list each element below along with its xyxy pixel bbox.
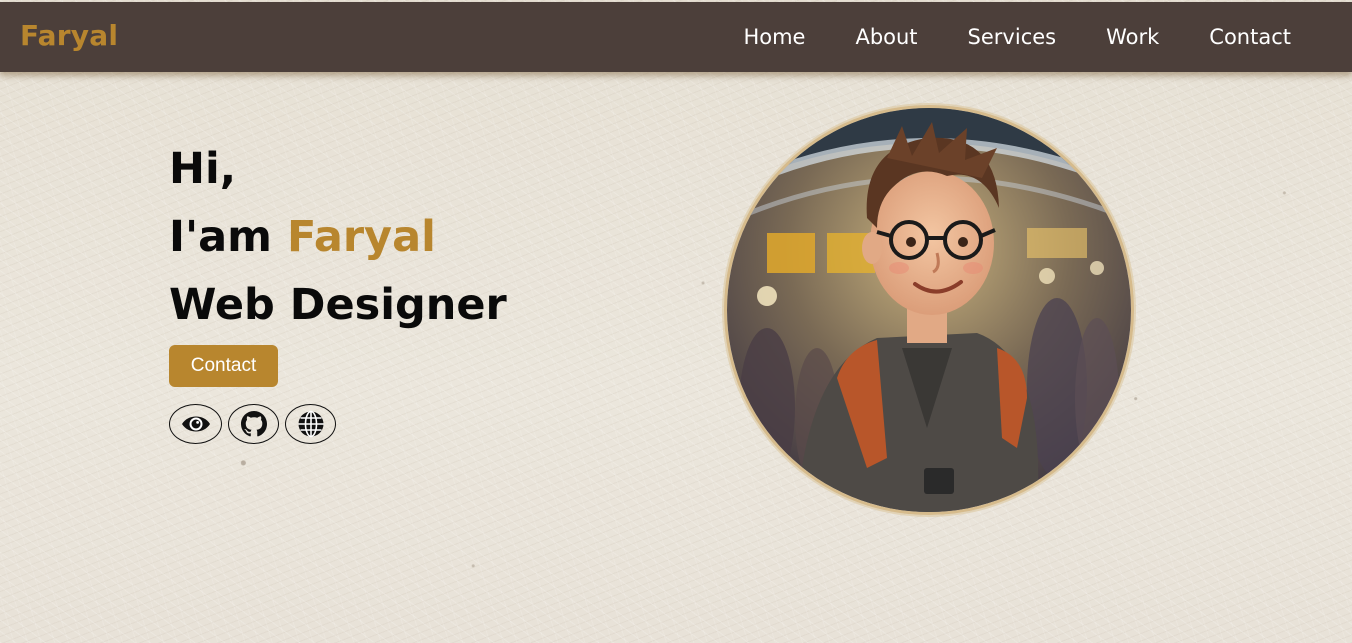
- hero-greeting: Hi,: [169, 144, 237, 194]
- nav-about[interactable]: About: [855, 24, 917, 50]
- avatar-illustration: [727, 108, 1131, 512]
- hero-text: Hi, I'am Faryal Web Designer: [169, 135, 507, 339]
- nav-home[interactable]: Home: [743, 24, 805, 50]
- nav-contact[interactable]: Contact: [1209, 24, 1291, 50]
- hero-name: Faryal: [286, 212, 436, 262]
- logo[interactable]: Faryal: [20, 19, 118, 52]
- nav-links: Home About Services Work Contact: [743, 24, 1291, 50]
- hero-intro: I'am Faryal: [169, 203, 507, 271]
- nav-work[interactable]: Work: [1106, 24, 1159, 50]
- contact-button[interactable]: Contact: [169, 345, 278, 387]
- github-icon[interactable]: [228, 404, 279, 444]
- hero-intro-prefix: I'am: [169, 212, 272, 262]
- social-icons: [169, 404, 336, 444]
- hero-role: Web Designer: [169, 280, 507, 330]
- globe-icon[interactable]: [285, 404, 336, 444]
- eye-icon[interactable]: [169, 404, 222, 444]
- navbar: Faryal Home About Services Work Contact: [0, 2, 1352, 72]
- avatar: [724, 105, 1134, 515]
- nav-services[interactable]: Services: [968, 24, 1057, 50]
